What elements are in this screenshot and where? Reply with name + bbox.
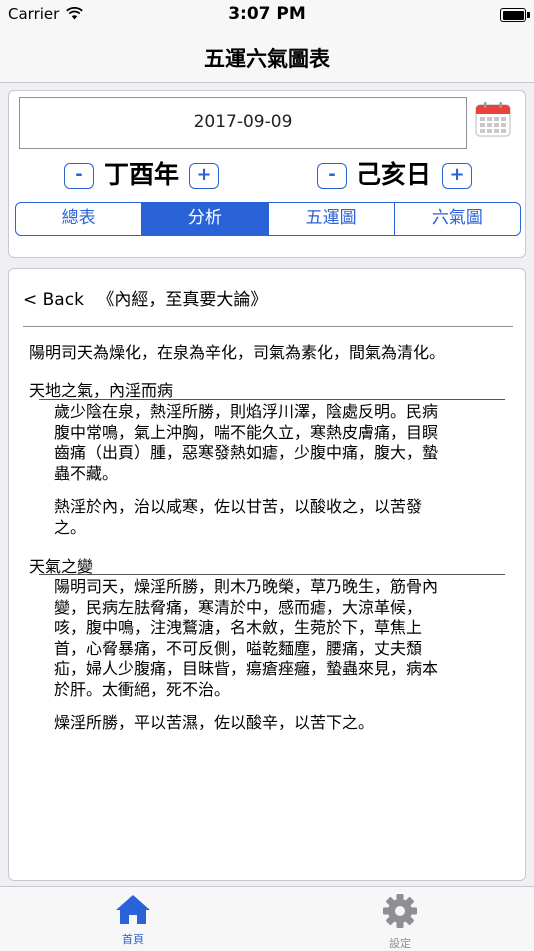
text-line: 疝，婦人少腹痛，目昧眥，瘍瘡痤癰，蟄蟲來見，病本 <box>54 659 439 678</box>
text-line: 咳，腹中鳴，注洩鶩溏，名木斂，生菀於下，草焦上 <box>54 618 423 637</box>
tab-settings[interactable]: 設定 <box>360 893 440 951</box>
status-bar: Carrier 3:07 PM <box>0 0 534 30</box>
day-label: 己亥日 <box>356 160 432 189</box>
year-decrement-button[interactable]: - <box>64 163 94 189</box>
back-row: < Back 《內經，至真要大論》 <box>23 285 267 310</box>
view-segmented-control: 總表 分析 五運圖 六氣圖 <box>15 202 521 236</box>
paragraph: 燥淫所勝，平以苦濕，佐以酸辛，以苦下之。 <box>54 713 512 734</box>
text-line: 歲少陰在泉，熱淫所勝，則焰浮川澤，陰處反明。民病 <box>54 402 439 421</box>
text-line: 首，心脅暴痛，不可反側，嗌乾麵塵，腰痛，丈夫頹 <box>54 638 423 658</box>
text-line: 於肝。太衝絕，死不治。 <box>54 679 231 699</box>
analysis-panel: < Back 《內經，至真要大論》 陽明司天為燥化，在泉為辛化，司氣為素化，間氣… <box>8 268 526 881</box>
text-line: 齒痛（出頁）腫，惡寒發熱如瘧，少腹中痛，腹大，蟄 <box>54 443 439 462</box>
section-divider <box>39 574 505 575</box>
text-line: 之。 <box>54 517 87 537</box>
tab-home-label: 首頁 <box>122 933 144 946</box>
intro-text: 陽明司天為燥化，在泉為辛化，司氣為素化，間氣為清化。 <box>29 343 446 362</box>
date-control-panel: 2017-09-09 - 丁酉年 + - 己亥日 + 總表 分析 五運圖 六氣圖 <box>8 90 526 258</box>
text-line: 變，民病左胠脅痛，寒清於中，感而瘧，大涼革候， <box>54 597 423 617</box>
segment-summary[interactable]: 總表 <box>16 203 141 235</box>
text-line: 腹中常鳴，氣上沖胸，喘不能久立，寒熱皮膚痛，目瞑 <box>54 422 439 442</box>
section-title: 天地之氣，內淫而病 <box>29 381 174 400</box>
calendar-icon[interactable] <box>475 102 511 138</box>
tab-settings-label: 設定 <box>389 937 411 950</box>
text-line: 蟲不藏。 <box>54 463 119 483</box>
back-button[interactable]: < Back <box>23 290 84 310</box>
gear-icon <box>383 894 417 928</box>
year-increment-button[interactable]: + <box>189 163 219 189</box>
paragraph: 熱淫於內，治以咸寒，佐以甘苦，以酸收之，以苦發 之。 <box>54 497 512 538</box>
segment-analysis[interactable]: 分析 <box>141 203 268 235</box>
section-divider <box>39 399 505 400</box>
text-line: 熱淫於內，治以咸寒，佐以甘苦，以酸收之，以苦發 <box>54 497 423 516</box>
paragraph: 歲少陰在泉，熱淫所勝，則焰浮川澤，陰處反明。民病 腹中常鳴，氣上沖胸，喘不能久立… <box>54 402 512 484</box>
year-label: 丁酉年 <box>104 160 180 189</box>
nav-bar: 五運六氣圖表 <box>0 30 534 83</box>
divider <box>23 326 513 327</box>
day-increment-button[interactable]: + <box>442 163 472 189</box>
source-title: 《內經，至真要大論》 <box>97 290 268 310</box>
text-line: 陽明司天，燥淫所勝，則木乃晚榮，草乃晚生，筋骨內 <box>54 577 439 596</box>
battery-icon <box>500 8 530 22</box>
segment-six-qi-chart[interactable]: 六氣圖 <box>393 203 520 235</box>
page-title: 五運六氣圖表 <box>204 47 330 71</box>
segment-five-movements-chart[interactable]: 五運圖 <box>267 203 394 235</box>
date-field[interactable]: 2017-09-09 <box>19 97 467 149</box>
home-icon <box>116 895 150 924</box>
day-decrement-button[interactable]: - <box>317 163 347 189</box>
clock: 3:07 PM <box>228 4 306 24</box>
tab-home[interactable]: 首頁 <box>93 893 173 947</box>
tab-bar: 首頁 設定 <box>0 886 534 951</box>
paragraph: 陽明司天，燥淫所勝，則木乃晚榮，草乃晚生，筋骨內 變，民病左胠脅痛，寒清於中，感… <box>54 577 512 700</box>
text-line: 燥淫所勝，平以苦濕，佐以酸辛，以苦下之。 <box>54 713 375 732</box>
